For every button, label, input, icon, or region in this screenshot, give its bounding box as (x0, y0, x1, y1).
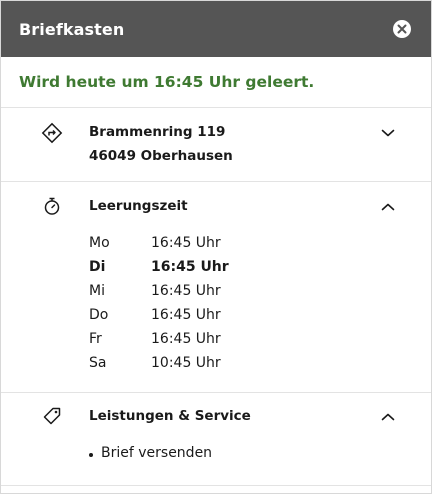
schedule-title: Leerungszeit (89, 198, 188, 214)
address-section[interactable]: Brammenring 119 46049 Oberhausen (1, 108, 431, 182)
services-section: Leistungen & Service Brief versenden (1, 393, 431, 486)
schedule-row: Di 16:45 Uhr (89, 255, 229, 279)
emptying-status: Wird heute um 16:45 Uhr geleert. (1, 57, 431, 108)
schedule-row: Fr 16:45 Uhr (89, 327, 229, 351)
schedule-row: Do 16:45 Uhr (89, 303, 229, 327)
schedule-row: Mo 16:45 Uhr (89, 231, 229, 255)
schedule-day: Mi (89, 283, 105, 299)
panel-header: Briefkasten (1, 1, 431, 57)
stopwatch-icon (44, 197, 60, 215)
chevron-down-icon[interactable] (381, 128, 395, 138)
panel-title: Briefkasten (19, 19, 125, 39)
schedule-day: Sa (89, 355, 107, 371)
address-city: 46049 Oberhausen (89, 148, 233, 164)
emptying-times-table: Mo 16:45 Uhr Di 16:45 Uhr Mi 16:45 Uhr Do 16:45… (89, 231, 229, 375)
schedule-time: 16:45 Uhr (151, 283, 221, 299)
schedule-row: Sa 10:45 Uhr (89, 351, 229, 375)
mailbox-detail-panel: Briefkasten Wird heute um 16:45 Uhr gele… (0, 0, 432, 494)
schedule-row: Mi 16:45 Uhr (89, 279, 229, 303)
schedule-time: 16:45 Uhr (151, 235, 221, 251)
schedule-header[interactable]: Leerungszeit (1, 182, 431, 230)
schedule-day: Fr (89, 331, 102, 347)
schedule-time: 16:45 Uhr (151, 259, 229, 275)
schedule-time: 10:45 Uhr (151, 355, 221, 371)
services-header[interactable]: Leistungen & Service (1, 393, 431, 437)
services-title: Leistungen & Service (89, 408, 251, 424)
tag-icon (43, 407, 61, 425)
schedule-day: Do (89, 307, 109, 323)
chevron-up-icon[interactable] (381, 412, 395, 422)
schedule-section: Leerungszeit Mo 16:45 Uhr Di 16:45 Uhr Mi 16:… (1, 182, 431, 393)
services-list: Brief versenden (89, 445, 212, 461)
directions-icon (41, 122, 63, 144)
close-button[interactable] (393, 20, 411, 38)
schedule-day: Mo (89, 235, 110, 251)
schedule-time: 16:45 Uhr (151, 307, 221, 323)
schedule-time: 16:45 Uhr (151, 331, 221, 347)
chevron-up-icon[interactable] (381, 202, 395, 212)
schedule-day: Di (89, 259, 106, 275)
address-street: Brammenring 119 (89, 124, 226, 140)
close-icon (397, 24, 407, 34)
service-item: Brief versenden (89, 445, 212, 461)
